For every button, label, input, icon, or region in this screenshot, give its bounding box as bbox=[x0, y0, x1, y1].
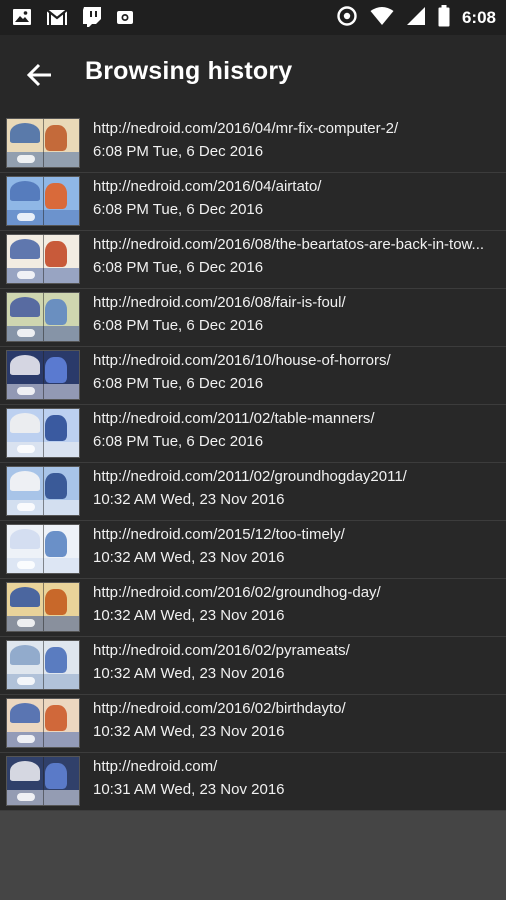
history-url: http://nedroid.com/2016/10/house-of-horr… bbox=[93, 352, 391, 369]
history-timestamp: 6:08 PM Tue, 6 Dec 2016 bbox=[93, 433, 264, 450]
data-saver-icon bbox=[336, 5, 358, 31]
comic-thumbnail bbox=[6, 466, 80, 516]
history-item[interactable]: http://nedroid.com/2016/02/birthdayto/10… bbox=[0, 695, 506, 753]
history-item[interactable]: http://nedroid.com/2016/08/the-beartatos… bbox=[0, 231, 506, 289]
history-item[interactable]: http://nedroid.com/2016/08/fair-is-foul/… bbox=[0, 289, 506, 347]
comic-thumbnail bbox=[6, 640, 80, 690]
app-bar: Browsing history bbox=[0, 35, 506, 115]
comic-thumbnail bbox=[6, 698, 80, 748]
system-icons: 6:08 bbox=[336, 5, 496, 31]
comic-thumbnail bbox=[6, 234, 80, 284]
history-item[interactable]: http://nedroid.com/2011/02/table-manners… bbox=[0, 405, 506, 463]
history-item[interactable]: http://nedroid.com/2016/04/airtato/6:08 … bbox=[0, 173, 506, 231]
history-item[interactable]: http://nedroid.com/10:31 AM Wed, 23 Nov … bbox=[0, 753, 506, 811]
history-timestamp: 6:08 PM Tue, 6 Dec 2016 bbox=[93, 201, 264, 218]
history-url: http://nedroid.com/2016/04/mr-fix-comput… bbox=[93, 120, 399, 137]
camera-icon bbox=[116, 8, 134, 30]
comic-thumbnail bbox=[6, 408, 80, 458]
image-icon bbox=[12, 7, 32, 31]
history-list: http://nedroid.com/2016/04/mr-fix-comput… bbox=[0, 115, 506, 811]
history-item[interactable]: http://nedroid.com/2016/04/mr-fix-comput… bbox=[0, 115, 506, 173]
history-url: http://nedroid.com/2016/02/birthdayto/ bbox=[93, 700, 346, 717]
history-item[interactable]: http://nedroid.com/2016/02/groundhog-day… bbox=[0, 579, 506, 637]
history-timestamp: 10:32 AM Wed, 23 Nov 2016 bbox=[93, 549, 285, 566]
history-url: http://nedroid.com/2016/02/pyrameats/ bbox=[93, 642, 350, 659]
history-timestamp: 10:31 AM Wed, 23 Nov 2016 bbox=[93, 781, 285, 798]
history-url: http://nedroid.com/2011/02/table-manners… bbox=[93, 410, 375, 427]
history-timestamp: 10:32 AM Wed, 23 Nov 2016 bbox=[93, 665, 285, 682]
comic-thumbnail bbox=[6, 176, 80, 226]
twitch-icon bbox=[82, 6, 102, 32]
history-url: http://nedroid.com/2016/04/airtato/ bbox=[93, 178, 322, 195]
history-item[interactable]: http://nedroid.com/2011/02/groundhogday2… bbox=[0, 463, 506, 521]
history-timestamp: 6:08 PM Tue, 6 Dec 2016 bbox=[93, 317, 264, 334]
history-timestamp: 10:32 AM Wed, 23 Nov 2016 bbox=[93, 723, 285, 740]
history-item[interactable]: http://nedroid.com/2015/12/too-timely/10… bbox=[0, 521, 506, 579]
wifi-icon bbox=[370, 6, 394, 30]
history-url: http://nedroid.com/2016/08/fair-is-foul/ bbox=[93, 294, 346, 311]
comic-thumbnail bbox=[6, 582, 80, 632]
history-timestamp: 6:08 PM Tue, 6 Dec 2016 bbox=[93, 143, 264, 160]
comic-thumbnail bbox=[6, 524, 80, 574]
signal-icon bbox=[406, 6, 426, 30]
gmail-icon bbox=[46, 7, 68, 31]
history-url: http://nedroid.com/ bbox=[93, 758, 218, 775]
history-timestamp: 6:08 PM Tue, 6 Dec 2016 bbox=[93, 259, 264, 276]
history-url: http://nedroid.com/2016/02/groundhog-day… bbox=[93, 584, 381, 601]
history-url: http://nedroid.com/2015/12/too-timely/ bbox=[93, 526, 345, 543]
history-timestamp: 10:32 AM Wed, 23 Nov 2016 bbox=[93, 491, 285, 508]
battery-icon bbox=[438, 5, 450, 31]
page-title: Browsing history bbox=[85, 57, 293, 85]
clock: 6:08 bbox=[461, 8, 496, 27]
history-url: http://nedroid.com/2016/08/the-beartatos… bbox=[93, 236, 485, 253]
history-item[interactable]: http://nedroid.com/2016/02/pyrameats/10:… bbox=[0, 637, 506, 695]
status-bar: 6:08 bbox=[0, 0, 506, 35]
history-timestamp: 6:08 PM Tue, 6 Dec 2016 bbox=[93, 375, 264, 392]
comic-thumbnail bbox=[6, 292, 80, 342]
history-item[interactable]: http://nedroid.com/2016/10/house-of-horr… bbox=[0, 347, 506, 405]
history-timestamp: 10:32 AM Wed, 23 Nov 2016 bbox=[93, 607, 285, 624]
notification-icons bbox=[12, 6, 134, 32]
comic-thumbnail bbox=[6, 756, 80, 806]
comic-thumbnail bbox=[6, 350, 80, 400]
comic-thumbnail bbox=[6, 118, 80, 168]
arrow-back-icon bbox=[26, 63, 51, 87]
history-url: http://nedroid.com/2011/02/groundhogday2… bbox=[93, 468, 407, 485]
back-button[interactable] bbox=[22, 57, 58, 93]
